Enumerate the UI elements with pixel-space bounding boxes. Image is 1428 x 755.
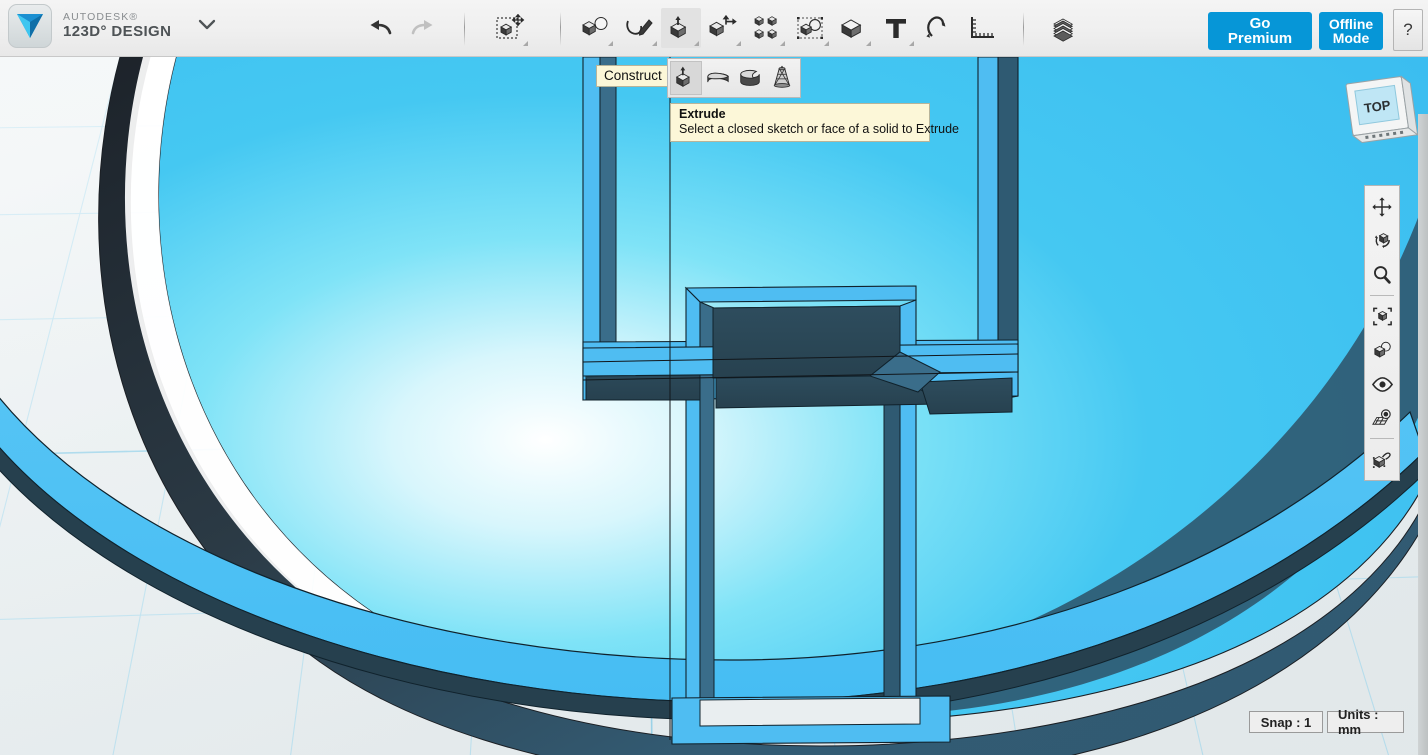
revolve-button[interactable] [734,61,766,95]
flyout-indicator [866,41,871,46]
tooltip-title: Extrude [679,107,726,121]
flyout-indicator [652,41,657,46]
view-settings-button[interactable] [1365,333,1399,367]
modify-button[interactable] [703,8,743,48]
modify-icon [709,15,737,37]
help-button[interactable]: ? [1393,9,1423,51]
flyout-indicator [736,41,741,46]
transform-button[interactable] [490,8,530,48]
go-premium-button[interactable]: Go Premium [1208,12,1312,50]
pattern-button[interactable] [747,8,787,48]
material-icon [1053,18,1074,42]
brand-block: AUTODESK® 123D° DESIGN [8,4,217,48]
revolve-icon [740,69,760,86]
navigation-toolbar [1364,185,1400,481]
undo-button[interactable] [360,8,400,48]
extrude-icon [675,66,690,87]
brand-product-label: 123D° DESIGN [63,23,172,41]
extrude-button[interactable] [670,61,702,95]
nav-divider-2 [1370,438,1394,439]
sketch-button[interactable] [619,8,659,48]
construct-flyout-panel [667,58,801,98]
flyout-indicator [694,41,699,46]
autodesk-logo[interactable] [8,4,52,48]
orbit-button[interactable] [1365,224,1399,258]
orbit-icon [1374,232,1390,248]
sketch-icon [626,19,653,36]
visibility-button[interactable] [1365,367,1399,401]
pan-button[interactable] [1365,190,1399,224]
toolbar-divider-2 [560,12,561,46]
flyout-indicator [780,41,785,46]
pan-icon [1372,197,1392,217]
flyout-indicator [824,41,829,46]
undo-icon [370,20,392,35]
text-button[interactable] [876,8,916,48]
zoom-icon [1374,266,1391,284]
flyout-indicator [523,41,528,46]
loft-icon [773,65,791,88]
primitives-icon [582,17,608,36]
flyout-indicator [909,41,914,46]
redo-button[interactable] [403,8,443,48]
viewport-3d[interactable] [0,57,1428,755]
chevron-down-icon[interactable] [197,17,217,36]
app-window: TOP Snap: 1 Units: mm AUTODESK® 123D° … [0,0,1428,755]
brand-autodesk-label: AUTODESK® [63,11,139,24]
offline-mode-line2: Mode [1332,30,1370,46]
tooltip-description: Select a closed sketch or face of a soli… [679,122,960,136]
material-paint-icon [1372,451,1391,468]
sweep-icon [707,72,729,83]
construct-button[interactable] [661,8,701,48]
combine-button[interactable] [833,8,873,48]
view-cube[interactable]: TOP [1338,72,1419,157]
units-status[interactable]: Units : mm [1327,707,1404,737]
grouping-button[interactable] [791,8,831,48]
zoom-button[interactable] [1365,258,1399,292]
viewport-right-strip[interactable] [1418,114,1428,755]
grouping-icon [797,17,823,39]
fit-button[interactable] [1365,299,1399,333]
snap-button[interactable] [918,8,958,48]
scene-canvas[interactable] [0,57,1428,755]
sweep-button[interactable] [702,61,734,95]
top-toolbar: AUTODESK® 123D° DESIGN Go Premium Offlin… [0,0,1428,57]
grid-snap-button[interactable] [1365,401,1399,435]
scene-content [0,57,1428,755]
offline-mode-button[interactable]: Offline Mode [1319,12,1383,50]
toolbar-divider-1 [464,12,465,46]
material-paint-button[interactable] [1365,442,1399,476]
snap-icon [926,16,946,38]
text-icon [886,19,906,38]
redo-icon [411,20,433,35]
fit-icon [1372,307,1392,325]
brand-text: AUTODESK® 123D° DESIGN [63,12,171,40]
pattern-icon [754,16,777,39]
grid-snap-icon [1371,408,1391,425]
nav-divider-1 [1370,295,1394,296]
transform-icon [496,14,525,39]
view-settings-icon [1373,341,1391,358]
measure-button[interactable] [962,8,1002,48]
autodesk-logo-icon [17,14,43,38]
material-button[interactable] [1048,8,1088,48]
visibility-icon [1371,376,1393,392]
construct-icon [670,16,687,39]
snap-status[interactable]: Snap : 1 [1249,711,1323,733]
toolbar-divider-3 [1023,12,1024,46]
flyout-indicator [608,41,613,46]
extrude-tooltip: Extrude Select a closed sketch or face o… [670,103,960,142]
combine-icon [840,19,862,39]
construct-group-label: Construct [596,65,670,87]
primitives-button[interactable] [575,8,615,48]
measure-icon [971,17,994,38]
loft-button[interactable] [766,61,798,95]
